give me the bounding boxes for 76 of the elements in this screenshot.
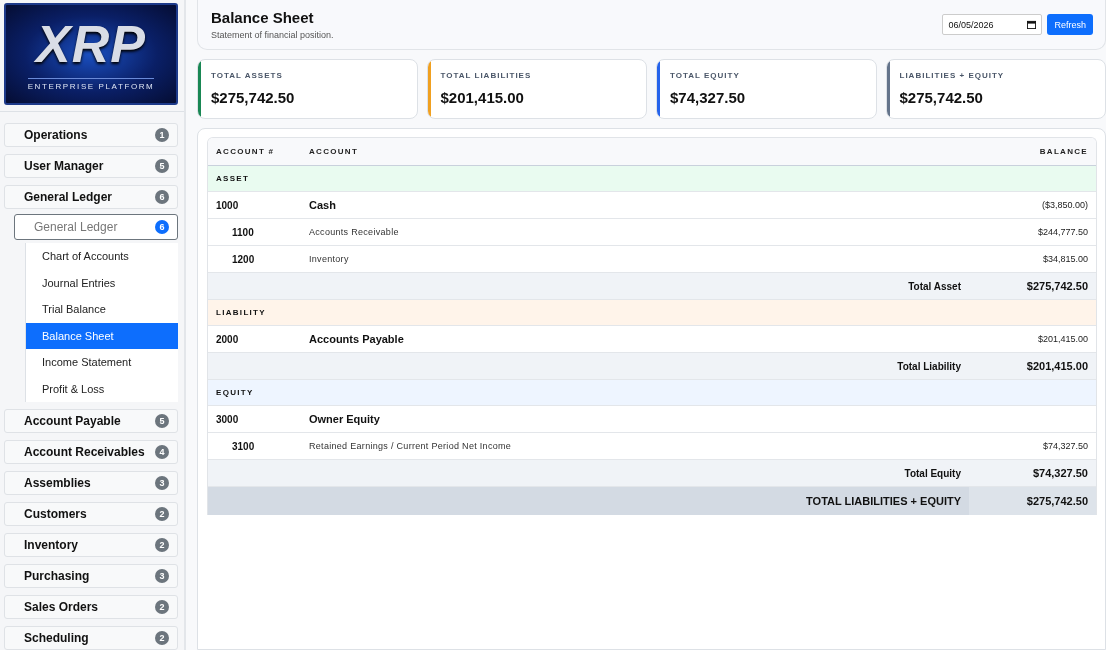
count-badge: 6 (155, 220, 169, 234)
section-label: LIABILITY (215, 308, 267, 317)
total-value: $74,327.50 (1031, 467, 1089, 479)
balance: $244,777.50 (1036, 227, 1089, 237)
balance: $34,815.00 (1041, 254, 1089, 264)
count-badge: 4 (155, 445, 169, 459)
count-badge: 5 (155, 159, 169, 173)
section-label: EQUITY (215, 388, 255, 397)
total-value: $201,415.00 (1025, 360, 1089, 372)
nav-item[interactable]: Sales Orders 2 (4, 595, 178, 619)
nav-group[interactable]: General Ledger 6 (14, 214, 178, 240)
card-label: TOTAL LIABILITIES (440, 71, 532, 80)
balance: ($3,850.00) (1040, 200, 1089, 210)
nav-item[interactable]: Operations 1 (4, 123, 178, 147)
page-title: Balance Sheet (211, 9, 315, 26)
account-number: 1000 (215, 199, 240, 211)
count-badge: 2 (155, 507, 169, 521)
balance: $74,327.50 (1041, 441, 1089, 451)
column-header: ACCOUNT # (215, 147, 276, 156)
account-number: 3100 (231, 440, 256, 452)
card-label: TOTAL ASSETS (211, 71, 284, 80)
total-value: $275,742.50 (969, 487, 1096, 515)
count-badge: 3 (155, 569, 169, 583)
count-badge: 2 (155, 538, 169, 552)
total-label: TOTAL LIABILITIES + EQUITY (805, 495, 962, 507)
account-name: Accounts Receivable (308, 227, 400, 237)
nav-subitem[interactable]: Balance Sheet (26, 322, 178, 349)
section-label: ASSET (215, 174, 251, 183)
column-header: ACCOUNT (308, 147, 360, 156)
card-value: $201,415.00 (440, 89, 525, 106)
nav-item[interactable]: General Ledger 6 (4, 185, 178, 209)
nav-item[interactable]: Assemblies 3 (4, 471, 178, 495)
card-label: TOTAL EQUITY (670, 71, 741, 80)
account-name: Retained Earnings / Current Period Net Income (308, 441, 513, 451)
nav-subitem[interactable]: Income Statement (26, 349, 178, 376)
card-value: $275,742.50 (899, 89, 984, 106)
account-number: 3000 (215, 413, 240, 425)
balance: $201,415.00 (1036, 334, 1089, 344)
total-label: Total Equity (903, 467, 962, 479)
calendar-icon (1027, 20, 1037, 29)
nav-item[interactable]: User Manager 5 (4, 154, 178, 178)
column-header: BALANCE (1038, 147, 1089, 156)
page-subtitle: Statement of financial position. (211, 30, 334, 40)
count-badge: 2 (155, 631, 169, 645)
total-value: $275,742.50 (1025, 280, 1089, 292)
account-name: Cash (308, 199, 337, 211)
count-badge: 1 (155, 128, 169, 142)
nav-item[interactable]: Account Payable 5 (4, 409, 178, 433)
logo-title: XRP (36, 17, 146, 70)
card-label: LIABILITIES + EQUITY (899, 71, 1005, 80)
nav-subitem[interactable]: Chart of Accounts (26, 243, 178, 270)
nav-item[interactable]: Customers 2 (4, 502, 178, 526)
count-badge: 3 (155, 476, 169, 490)
count-badge: 5 (155, 414, 169, 428)
nav-item[interactable]: Account Receivables 4 (4, 440, 178, 464)
nav-item[interactable]: Inventory 2 (4, 533, 178, 557)
count-badge: 2 (155, 600, 169, 614)
nav-item[interactable]: Scheduling 2 (4, 626, 178, 650)
account-number: 1200 (231, 253, 256, 265)
nav-item[interactable]: Purchasing 3 (4, 564, 178, 588)
date-field[interactable]: 06/05/2026 (942, 14, 1043, 35)
account-name: Owner Equity (308, 413, 381, 425)
account-number: 1100 (231, 226, 255, 238)
total-label: Total Liability (896, 360, 962, 372)
logo-subtitle: ENTERPRISE PLATFORM (27, 77, 155, 91)
total-label: Total Asset (907, 280, 962, 292)
nav-subitem[interactable]: Trial Balance (26, 296, 178, 323)
account-number: 2000 (215, 333, 240, 345)
card-value: $275,742.50 (211, 89, 295, 106)
count-badge: 6 (155, 190, 169, 204)
refresh-button[interactable]: Refresh (1047, 14, 1093, 35)
account-name: Accounts Payable (308, 333, 405, 345)
nav-subitem[interactable]: Profit & Loss (26, 375, 178, 402)
card-value: $74,327.50 (670, 89, 746, 106)
nav-subitem[interactable]: Journal Entries (26, 269, 178, 296)
account-name: Inventory (308, 254, 350, 264)
